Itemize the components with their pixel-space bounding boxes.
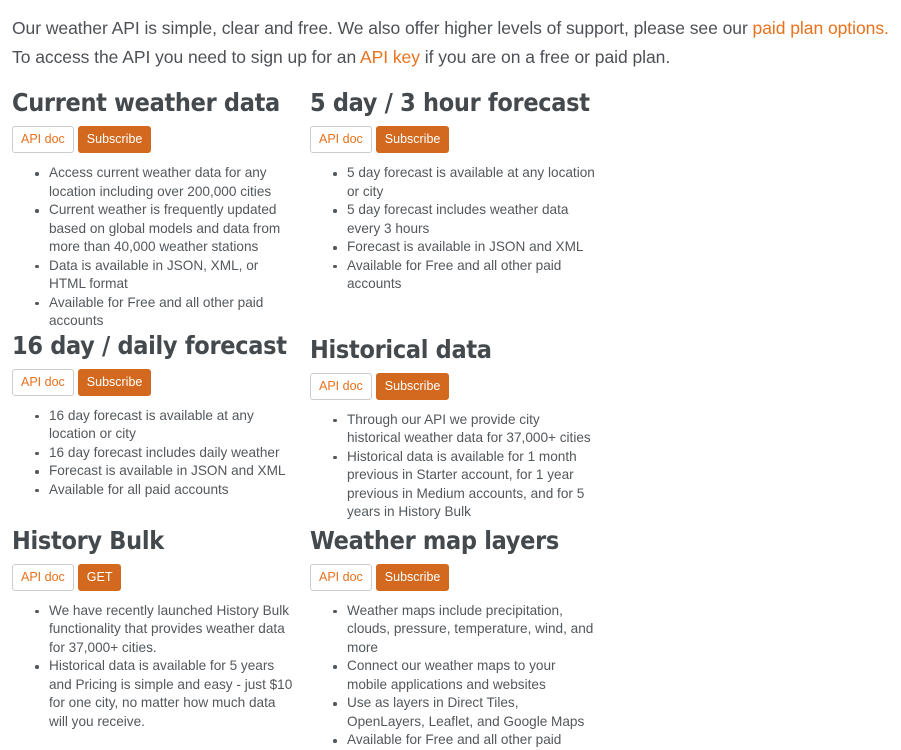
- list-item: Weather maps include precipitation, clou…: [333, 602, 596, 658]
- api-doc-button[interactable]: API doc: [12, 126, 74, 153]
- api-doc-button[interactable]: API doc: [310, 372, 372, 400]
- feature-list: We have recently launched History Bulk f…: [12, 602, 298, 732]
- list-item: 5 day forecast includes weather data eve…: [333, 201, 596, 238]
- list-item: Available for Free and all other paid: [333, 731, 596, 750]
- api-doc-button[interactable]: API doc: [12, 368, 74, 396]
- intro-text-part-2: To access the API you need to sign up fo…: [12, 47, 360, 67]
- list-item: Forecast is available in JSON and XML: [333, 238, 596, 257]
- api-doc-button[interactable]: API doc: [310, 126, 372, 153]
- block-title: History Bulk: [12, 525, 164, 555]
- block-title: Weather map layers: [310, 525, 559, 555]
- subscribe-button[interactable]: Subscribe: [375, 563, 450, 591]
- list-item: Historical data is available for 1 month…: [333, 448, 596, 522]
- feature-list: 5 day forecast is available at any locat…: [310, 164, 596, 294]
- intro-text-part-3: if you are on a free or paid plan.: [419, 47, 671, 67]
- feature-list: 16 day forecast is available at any loca…: [12, 407, 298, 500]
- api-key-link[interactable]: API key: [360, 47, 420, 67]
- feature-list: Weather maps include precipitation, clou…: [310, 602, 596, 750]
- feature-block-historical-data: Historical data API doc Subscribe Throug…: [310, 335, 608, 522]
- block-actions: API doc Subscribe: [12, 368, 298, 396]
- subscribe-button[interactable]: Subscribe: [375, 126, 450, 153]
- block-title: 16 day / daily forecast: [12, 330, 287, 360]
- list-item: Access current weather data for any loca…: [35, 164, 298, 201]
- feature-block-current-weather-data: Current weather data API doc Subscribe A…: [12, 88, 310, 331]
- feature-block-history-bulk: History Bulk API doc GET We have recentl…: [12, 526, 310, 750]
- list-item: Available for Free and all other paid ac…: [35, 294, 298, 331]
- feature-list: Access current weather data for any loca…: [12, 164, 298, 331]
- list-item: Forecast is available in JSON and XML: [35, 462, 298, 481]
- block-actions: API doc Subscribe: [310, 563, 596, 591]
- block-actions: API doc Subscribe: [12, 126, 298, 153]
- feature-block-weather-map-layers: Weather map layers API doc Subscribe Wea…: [310, 526, 608, 750]
- subscribe-button[interactable]: Subscribe: [77, 368, 152, 396]
- block-actions: API doc GET: [12, 563, 298, 591]
- list-item: 5 day forecast is available at any locat…: [333, 164, 596, 201]
- list-item: Through our API we provide city historic…: [333, 411, 596, 448]
- list-item: Historical data is available for 5 years…: [35, 657, 298, 731]
- feature-blocks-grid: Current weather data API doc Subscribe A…: [12, 88, 889, 750]
- list-item: Available for all paid accounts: [35, 481, 298, 500]
- get-button[interactable]: GET: [77, 563, 122, 591]
- paid-plan-options-link[interactable]: paid plan options.: [753, 18, 889, 38]
- feature-block-16-day-daily-forecast: 16 day / daily forecast API doc Subscrib…: [12, 331, 310, 522]
- feature-list: Through our API we provide city historic…: [310, 411, 596, 522]
- subscribe-button[interactable]: Subscribe: [77, 126, 152, 153]
- block-actions: API doc Subscribe: [310, 372, 596, 400]
- list-item: 16 day forecast includes daily weather: [35, 444, 298, 463]
- list-item: Data is available in JSON, XML, or HTML …: [35, 257, 298, 294]
- list-item: Available for Free and all other paid ac…: [333, 257, 596, 294]
- weather-api-features-page: Our weather API is simple, clear and fre…: [0, 0, 901, 747]
- intro-text-part-1: Our weather API is simple, clear and fre…: [12, 18, 753, 38]
- list-item: Current weather is frequently updated ba…: [35, 201, 298, 257]
- block-title: 5 day / 3 hour forecast: [310, 88, 590, 117]
- feature-block-5-day-3-hour-forecast: 5 day / 3 hour forecast API doc Subscrib…: [310, 88, 608, 331]
- list-item: Use as layers in Direct Tiles, OpenLayer…: [333, 694, 596, 731]
- subscribe-button[interactable]: Subscribe: [375, 372, 450, 400]
- api-doc-button[interactable]: API doc: [310, 563, 372, 591]
- block-title: Historical data: [310, 334, 492, 364]
- block-actions: API doc Subscribe: [310, 126, 596, 153]
- list-item: Connect our weather maps to your mobile …: [333, 657, 596, 694]
- api-doc-button[interactable]: API doc: [12, 563, 74, 591]
- list-item: 16 day forecast is available at any loca…: [35, 407, 298, 444]
- block-title: Current weather data: [12, 88, 280, 117]
- list-item: We have recently launched History Bulk f…: [35, 602, 298, 658]
- intro-paragraph: Our weather API is simple, clear and fre…: [12, 0, 889, 72]
